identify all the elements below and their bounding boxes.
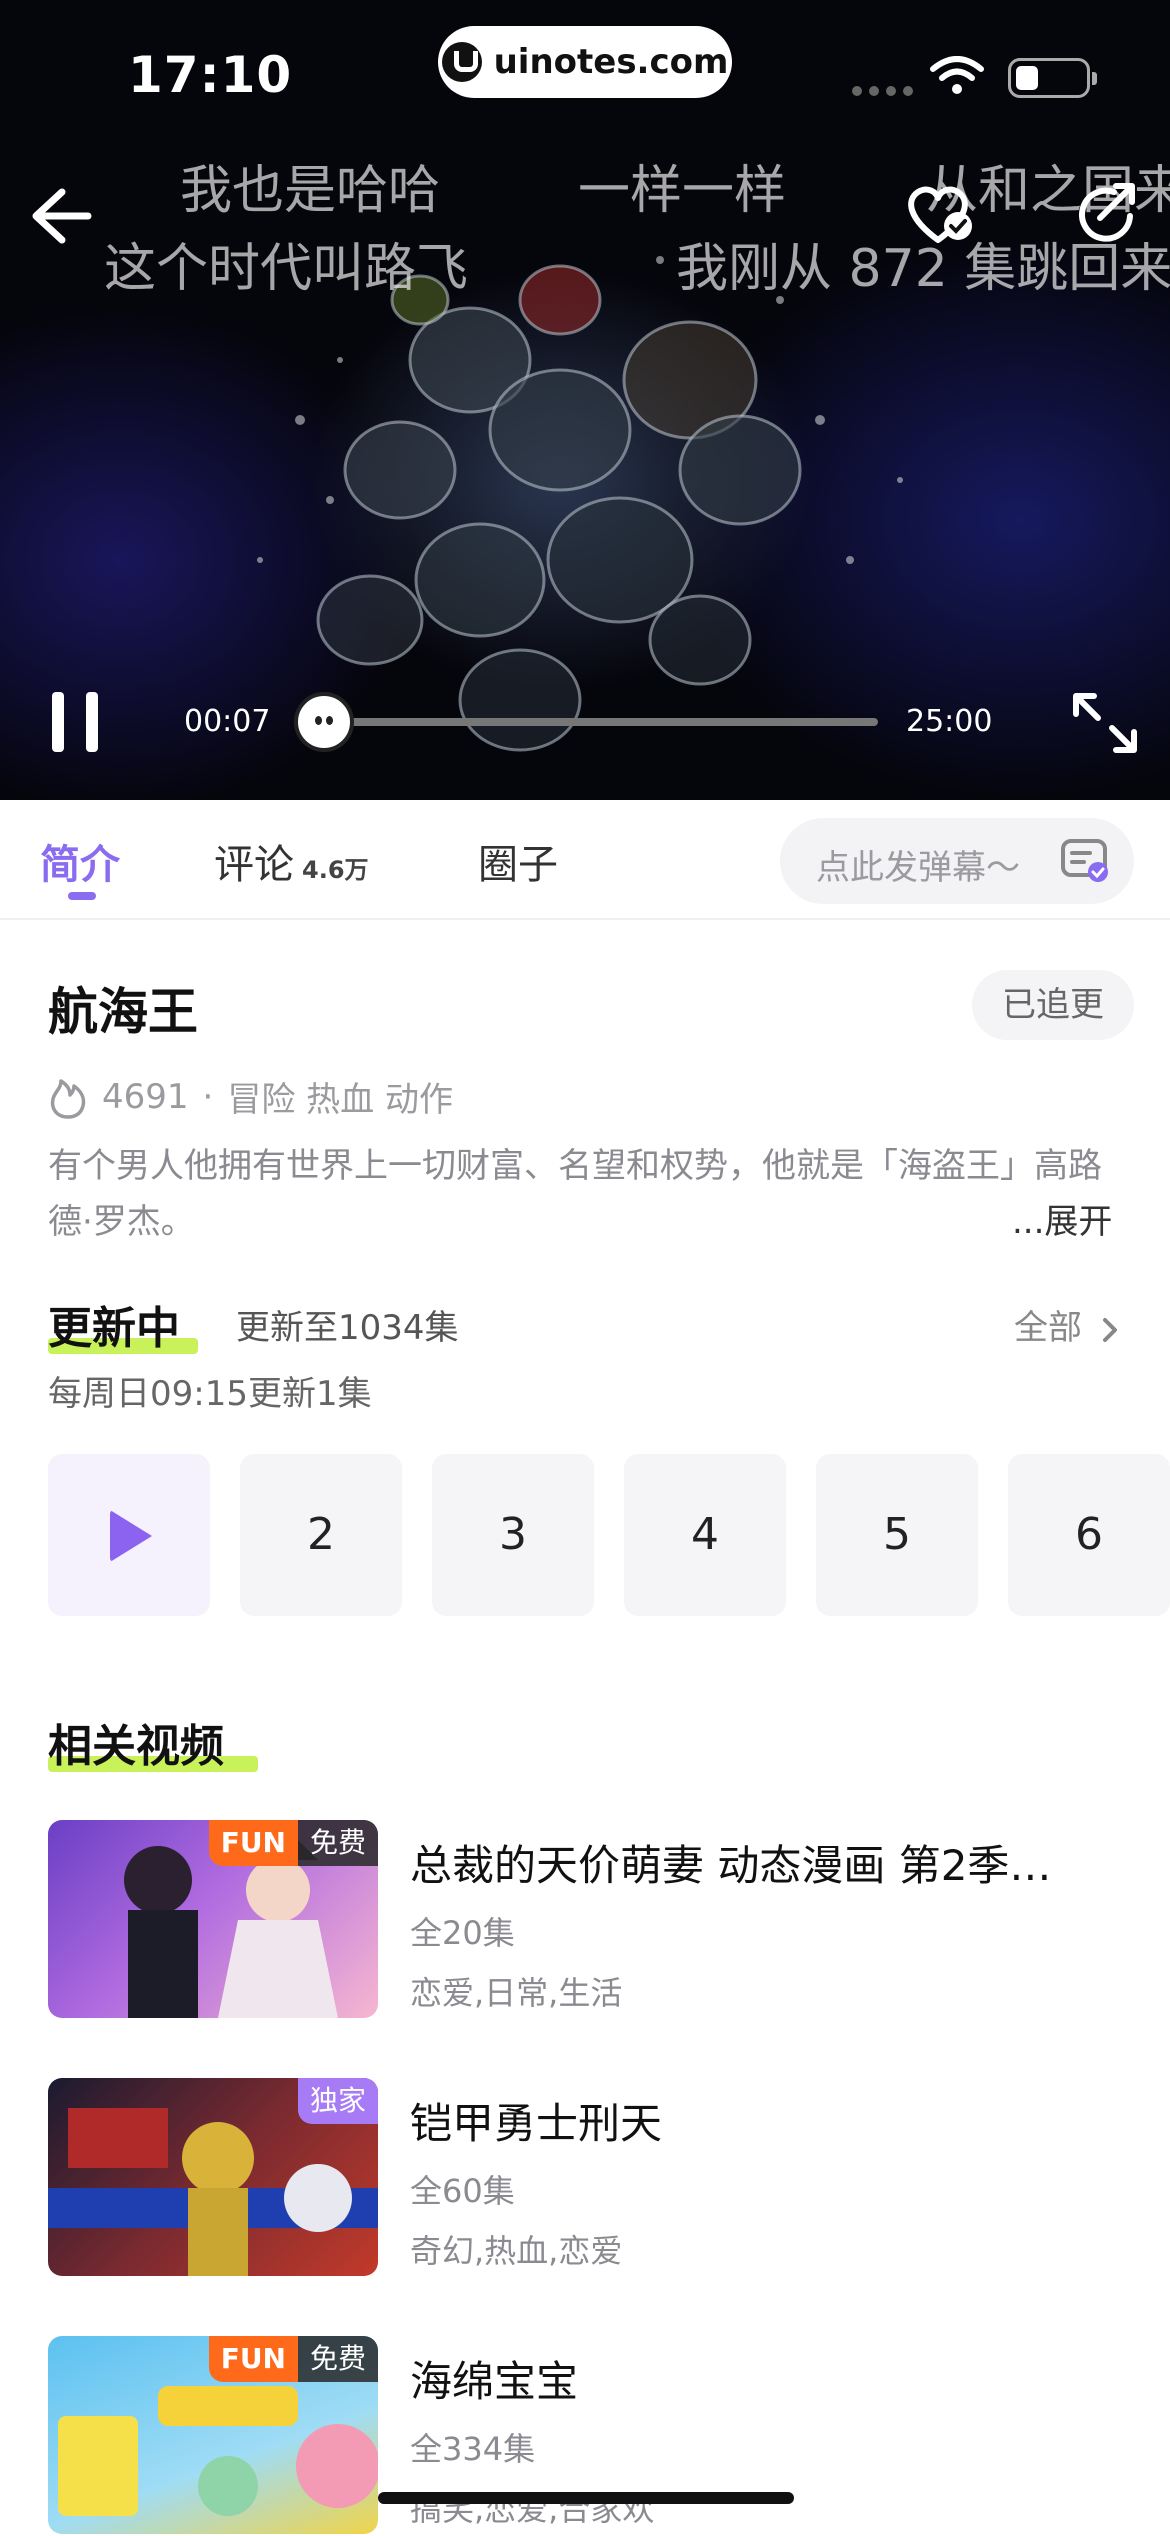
home-indicator <box>378 2492 794 2504</box>
badge-text: 免费 <box>297 1820 378 1866</box>
chevron-right-icon <box>1102 1317 1117 1342</box>
episode-button[interactable]: 5 <box>816 1454 978 1616</box>
genre-tags: 冒险 热血 动作 <box>227 1080 453 1120</box>
progress-track[interactable] <box>310 718 878 726</box>
detail-tabs: 简介 评论 4.6万 圈子 点此发弹幕～ <box>0 800 1170 920</box>
pause-button[interactable] <box>50 692 100 754</box>
follow-heart-icon[interactable] <box>900 178 976 248</box>
related-video-item[interactable]: FUN 免费 总裁的天价萌妻 动态漫画 第2季… 全20集 恋爱,日常,生活 <box>48 1820 1128 2020</box>
tab-circle[interactable]: 圈子 <box>478 832 558 890</box>
followed-button[interactable]: 已追更 <box>972 970 1134 1040</box>
video-thumbnail: 独家 <box>48 2078 378 2276</box>
show-description: 有个男人他拥有世界上一切财富、名望和权势，他就是「海盗王」高路德·罗杰。 <box>48 1146 1102 1242</box>
tab-active-indicator <box>68 892 96 900</box>
tab-intro[interactable]: 简介 <box>40 832 120 890</box>
episode-1-play-button[interactable] <box>48 1454 210 1616</box>
site-logo-icon <box>441 42 482 82</box>
tab-label: 简介 <box>40 842 120 888</box>
related-title: 相关视频 <box>48 1710 258 1774</box>
danmaku-comment: 这个时代叫路飞 <box>104 239 469 299</box>
free-badge: FUN 免费 <box>208 2336 378 2382</box>
current-time: 00:07 <box>184 704 271 739</box>
show-meta: 4691 · 冒险 热血 动作 <box>48 1072 453 1121</box>
heat-count: 4691 <box>102 1076 189 1117</box>
comment-count: 4.6万 <box>302 856 369 884</box>
danmaku-placeholder: 点此发弹幕～ <box>816 848 1020 888</box>
video-thumbnail: FUN 免费 <box>48 2336 378 2534</box>
danmaku-comment: 一样一样 <box>578 161 787 221</box>
url-text: uinotes.com <box>493 42 729 82</box>
badge-text: 免费 <box>297 2336 378 2382</box>
all-episodes-link[interactable]: 全部 <box>1014 1300 1121 1349</box>
related-video-episodes: 全60集 <box>410 2172 515 2210</box>
total-time: 25:00 <box>906 704 993 739</box>
episode-button[interactable]: 2 <box>240 1454 402 1616</box>
danmaku-settings-icon[interactable] <box>1060 838 1112 884</box>
episode-button[interactable]: 3 <box>432 1454 594 1616</box>
related-title-text: 相关视频 <box>48 1721 224 1772</box>
meta-dot: · <box>202 1076 214 1117</box>
status-bar: 17:10 uinotes.com <box>0 0 1170 140</box>
danmaku-comment: 我也是哈哈 <box>180 161 441 221</box>
updating-title-text: 更新中 <box>48 1303 180 1354</box>
fullscreen-icon[interactable] <box>1070 690 1140 756</box>
related-video-title: 海绵宝宝 <box>410 2357 579 2406</box>
episode-button[interactable]: 6 <box>1008 1454 1170 1616</box>
badge-text: 独家 <box>297 2078 378 2124</box>
related-video-tags: 搞笑,恋爱,合家欢 <box>410 2490 655 2528</box>
related-video-tags: 奇幻,热血,恋爱 <box>410 2232 623 2270</box>
progress-thumb-icon[interactable] <box>294 692 354 752</box>
related-video-title: 铠甲勇士刑天 <box>410 2099 663 2148</box>
badge-brand: FUN <box>208 1820 298 1866</box>
play-icon <box>110 1510 152 1562</box>
danmaku-input[interactable]: 点此发弹幕～ <box>780 818 1134 904</box>
episode-button[interactable]: 4 <box>624 1454 786 1616</box>
tab-label: 评论 <box>214 842 294 888</box>
update-progress: 更新至1034集 <box>236 1308 459 1348</box>
related-video-item[interactable]: FUN 免费 海绵宝宝 全334集 搞笑,恋爱,合家欢 <box>48 2336 1128 2536</box>
cellular-signal-icon <box>852 86 913 96</box>
show-title: 航海王 <box>48 983 198 1041</box>
related-video-episodes: 全20集 <box>410 1914 515 1952</box>
related-video-title: 总裁的天价萌妻 动态漫画 第2季… <box>410 1841 1052 1890</box>
video-player[interactable]: 17:10 uinotes.com 我也是哈哈 一样一样 从和之国来 这个时代叫… <box>0 0 1170 800</box>
wifi-icon <box>930 56 984 94</box>
tab-comments[interactable]: 评论 4.6万 <box>214 832 369 890</box>
url-pill: uinotes.com <box>438 26 732 98</box>
updating-title: 更新中 <box>48 1292 198 1356</box>
video-thumbnail: FUN 免费 <box>48 1820 378 2018</box>
tab-label: 圈子 <box>478 842 558 888</box>
related-video-episodes: 全334集 <box>410 2430 536 2468</box>
battery-icon <box>1008 58 1097 98</box>
back-arrow-icon[interactable] <box>22 180 98 250</box>
exclusive-badge: 独家 <box>297 2078 378 2124</box>
status-time: 17:10 <box>128 46 293 104</box>
badge-brand: FUN <box>208 2336 298 2382</box>
related-video-item[interactable]: 独家 铠甲勇士刑天 全60集 奇幻,热血,恋爱 <box>48 2078 1128 2278</box>
related-video-tags: 恋爱,日常,生活 <box>410 1974 623 2012</box>
all-episodes-label: 全部 <box>1014 1308 1082 1348</box>
update-schedule: 每周日09:15更新1集 <box>48 1374 372 1414</box>
share-icon[interactable] <box>1070 178 1146 248</box>
free-badge: FUN 免费 <box>208 1820 378 1866</box>
heat-flame-icon <box>50 1078 86 1119</box>
expand-link[interactable]: ...展开 <box>1012 1194 1112 1243</box>
